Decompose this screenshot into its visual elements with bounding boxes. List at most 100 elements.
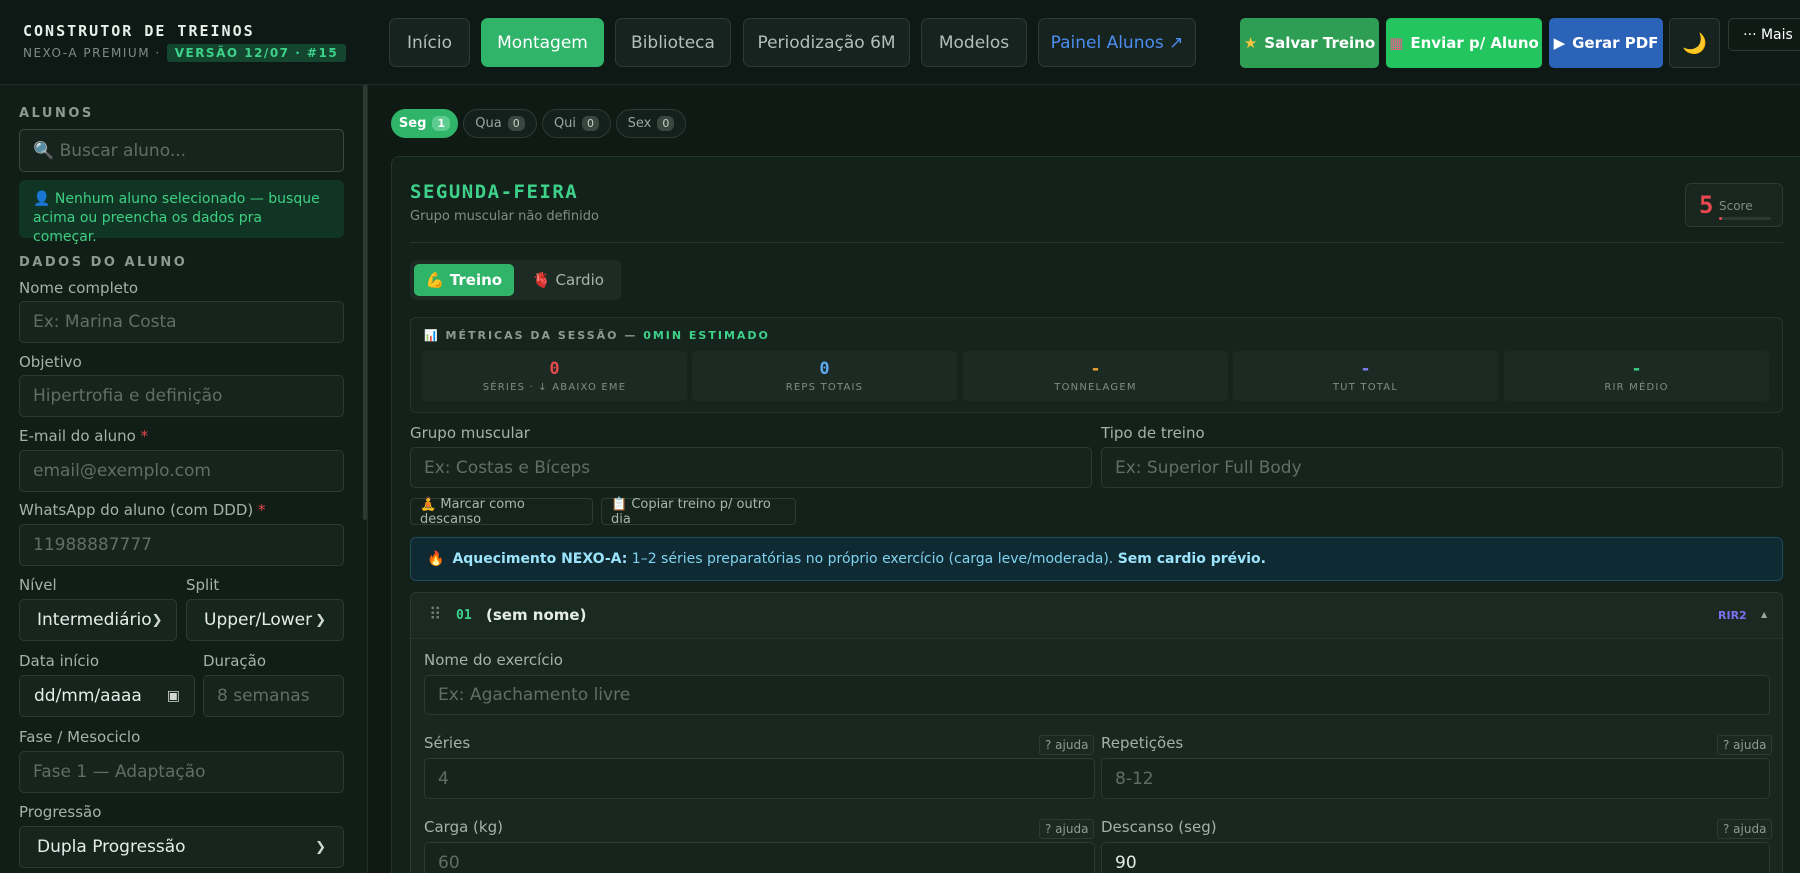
tab-biblioteca[interactable]: Biblioteca: [615, 18, 731, 67]
collapse-icon[interactable]: ▲: [1761, 610, 1767, 619]
tab-label: Biblioteca: [631, 32, 715, 53]
sets-field[interactable]: 4: [424, 758, 1095, 799]
drag-handle-icon[interactable]: ⠿: [429, 605, 441, 625]
mode-treino-button[interactable]: 💪 Treino: [414, 264, 514, 296]
required-mark: *: [258, 501, 266, 519]
fire-icon: 🔥: [427, 551, 445, 567]
metric-rir: - RIR MÉDIO: [1504, 351, 1769, 401]
day-pill-sex[interactable]: Sex 0: [616, 109, 686, 138]
generate-pdf-button[interactable]: ▶ Gerar PDF: [1549, 18, 1663, 68]
top-header: CONSTRUTOR DE TREINOS NEXO-A PREMIUM · V…: [0, 0, 1800, 85]
progression-select[interactable]: Dupla Progressão ❯: [19, 826, 344, 868]
name-label: Nome completo: [19, 279, 139, 297]
metric-reps: 0 REPS TOTAIS: [692, 351, 957, 401]
start-date-input[interactable]: dd/mm/aaaa ▣: [19, 675, 195, 717]
email-label-text: E-mail do aluno: [19, 427, 136, 445]
brand: CONSTRUTOR DE TREINOS NEXO-A PREMIUM · V…: [23, 22, 347, 62]
play-icon: ▶: [1553, 34, 1566, 52]
whatsapp-label: WhatsApp do aluno (com DDD) *: [19, 501, 266, 519]
split-value: Upper/Lower: [204, 610, 313, 630]
workout-type-field[interactable]: Ex: Superior Full Body: [1101, 447, 1783, 488]
moon-icon: 🌙: [1682, 31, 1707, 55]
tab-painel-alunos[interactable]: Painel Alunos ↗: [1038, 18, 1196, 67]
exercise-header[interactable]: ⠿ 01 (sem nome) RIR2 ▲: [411, 593, 1782, 639]
muscle-group-field[interactable]: Ex: Costas e Bíceps: [410, 447, 1092, 488]
goal-label: Objetivo: [19, 353, 82, 371]
tab-modelos[interactable]: Modelos: [921, 18, 1027, 67]
metric-value: -: [1360, 359, 1371, 379]
whatsapp-field[interactable]: 11988887777: [19, 524, 344, 566]
mark-rest-button[interactable]: 🧘 Marcar como descanso: [410, 497, 593, 527]
reps-label: Repetições: [1101, 734, 1184, 752]
day-label: Qua: [475, 116, 502, 131]
score-value: 5: [1699, 191, 1714, 219]
more-menu-button[interactable]: ··· Mais: [1728, 18, 1800, 51]
version-badge: VERSÃO 12/07 · #15: [166, 44, 347, 62]
warmup-title: Aquecimento NEXO-A:: [452, 551, 628, 567]
tab-inicio[interactable]: Início: [389, 18, 470, 67]
chevron-down-icon: ❯: [151, 612, 163, 628]
metrics-title: 📊 MÉTRICAS DA SESSÃO — 0MIN ESTIMADO: [424, 329, 770, 342]
tab-label: Início: [407, 32, 452, 53]
day-count: 0: [657, 116, 675, 131]
load-label: Carga (kg): [424, 818, 503, 836]
split-select[interactable]: Upper/Lower ❯: [186, 599, 344, 641]
progression-value: Dupla Progressão: [37, 837, 186, 857]
required-mark: *: [140, 427, 149, 445]
day-count: 1: [432, 116, 451, 131]
metric-value: -: [1631, 359, 1642, 379]
sidebar-scrollbar[interactable]: [363, 85, 367, 520]
day-label: Qui: [553, 116, 577, 131]
phase-label: Fase / Mesociclo: [19, 728, 141, 746]
tab-montagem[interactable]: Montagem: [481, 18, 604, 67]
day-label: Seg: [398, 116, 427, 131]
mode-cardio-button[interactable]: 🫀 Cardio: [520, 264, 616, 296]
goal-field[interactable]: Hipertrofia e definição: [19, 375, 344, 417]
metric-label: SÉRIES · ↓ ABAIXO EME: [482, 382, 627, 393]
exercise-name-field[interactable]: Ex: Agachamento livre: [424, 675, 1770, 715]
reps-help-button[interactable]: ? ajuda: [1717, 735, 1773, 755]
metric-value: 0: [819, 359, 830, 379]
email-field[interactable]: email@exemplo.com: [19, 450, 344, 492]
name-field[interactable]: Ex: Marina Costa: [19, 301, 344, 343]
warmup-note: Sem cardio prévio.: [1117, 551, 1266, 567]
duration-field[interactable]: 8 semanas: [203, 675, 344, 717]
day-count: 0: [582, 116, 600, 131]
muscle-group-label: Grupo muscular: [410, 424, 530, 442]
duration-label: Duração: [203, 652, 267, 670]
tab-label: Painel Alunos ↗: [1050, 32, 1184, 53]
warmup-text: Aquecimento NEXO-A: 1–2 séries preparató…: [452, 551, 1266, 567]
phase-field[interactable]: Fase 1 — Adaptação: [19, 751, 344, 793]
level-select[interactable]: Intermediário ❯: [19, 599, 177, 641]
session-metrics: 📊 MÉTRICAS DA SESSÃO — 0MIN ESTIMADO 0 S…: [410, 317, 1783, 413]
score-bar: [1719, 217, 1771, 220]
student-data-section-label: DADOS DO ALUNO: [19, 255, 188, 270]
load-field[interactable]: 60: [424, 842, 1095, 873]
rest-help-button[interactable]: ? ajuda: [1717, 819, 1773, 839]
save-workout-button[interactable]: ★ Salvar Treino: [1240, 18, 1379, 68]
day-label: Sex: [627, 116, 652, 131]
day-pill-seg[interactable]: Seg 1: [391, 109, 458, 138]
copy-workout-button[interactable]: 📋 Copiar treino p/ outro dia: [601, 497, 796, 527]
load-help-button[interactable]: ? ajuda: [1039, 819, 1095, 839]
sets-label: Séries: [424, 734, 471, 752]
reps-field[interactable]: 8-12: [1101, 758, 1770, 799]
metrics-title-text: 📊 MÉTRICAS DA SESSÃO —: [424, 329, 644, 342]
calendar-icon[interactable]: ▣: [167, 688, 180, 704]
theme-toggle-button[interactable]: 🌙: [1669, 18, 1720, 68]
students-section-label: ALUNOS: [19, 106, 94, 121]
rest-field[interactable]: 90: [1101, 842, 1770, 873]
metric-label: TONNELAGEM: [1054, 382, 1137, 393]
metric-tonnage: - TONNELAGEM: [963, 351, 1228, 401]
send-to-student-button[interactable]: ▦ Enviar p/ Aluno: [1386, 18, 1542, 68]
day-subtitle: Grupo muscular não definido: [410, 209, 599, 224]
exercise-name-label: Nome do exercício: [424, 651, 563, 669]
day-pill-qui[interactable]: Qui 0: [542, 109, 611, 138]
tab-periodizacao[interactable]: Periodização 6M: [743, 18, 910, 67]
student-search-input[interactable]: 🔍 Buscar aluno...: [19, 129, 344, 172]
start-date-value: dd/mm/aaaa: [34, 686, 142, 706]
divider: [410, 242, 1783, 243]
sets-help-button[interactable]: ? ajuda: [1039, 735, 1095, 755]
day-pill-qua[interactable]: Qua 0: [463, 109, 537, 138]
brand-product: NEXO-A PREMIUM ·: [23, 46, 161, 60]
